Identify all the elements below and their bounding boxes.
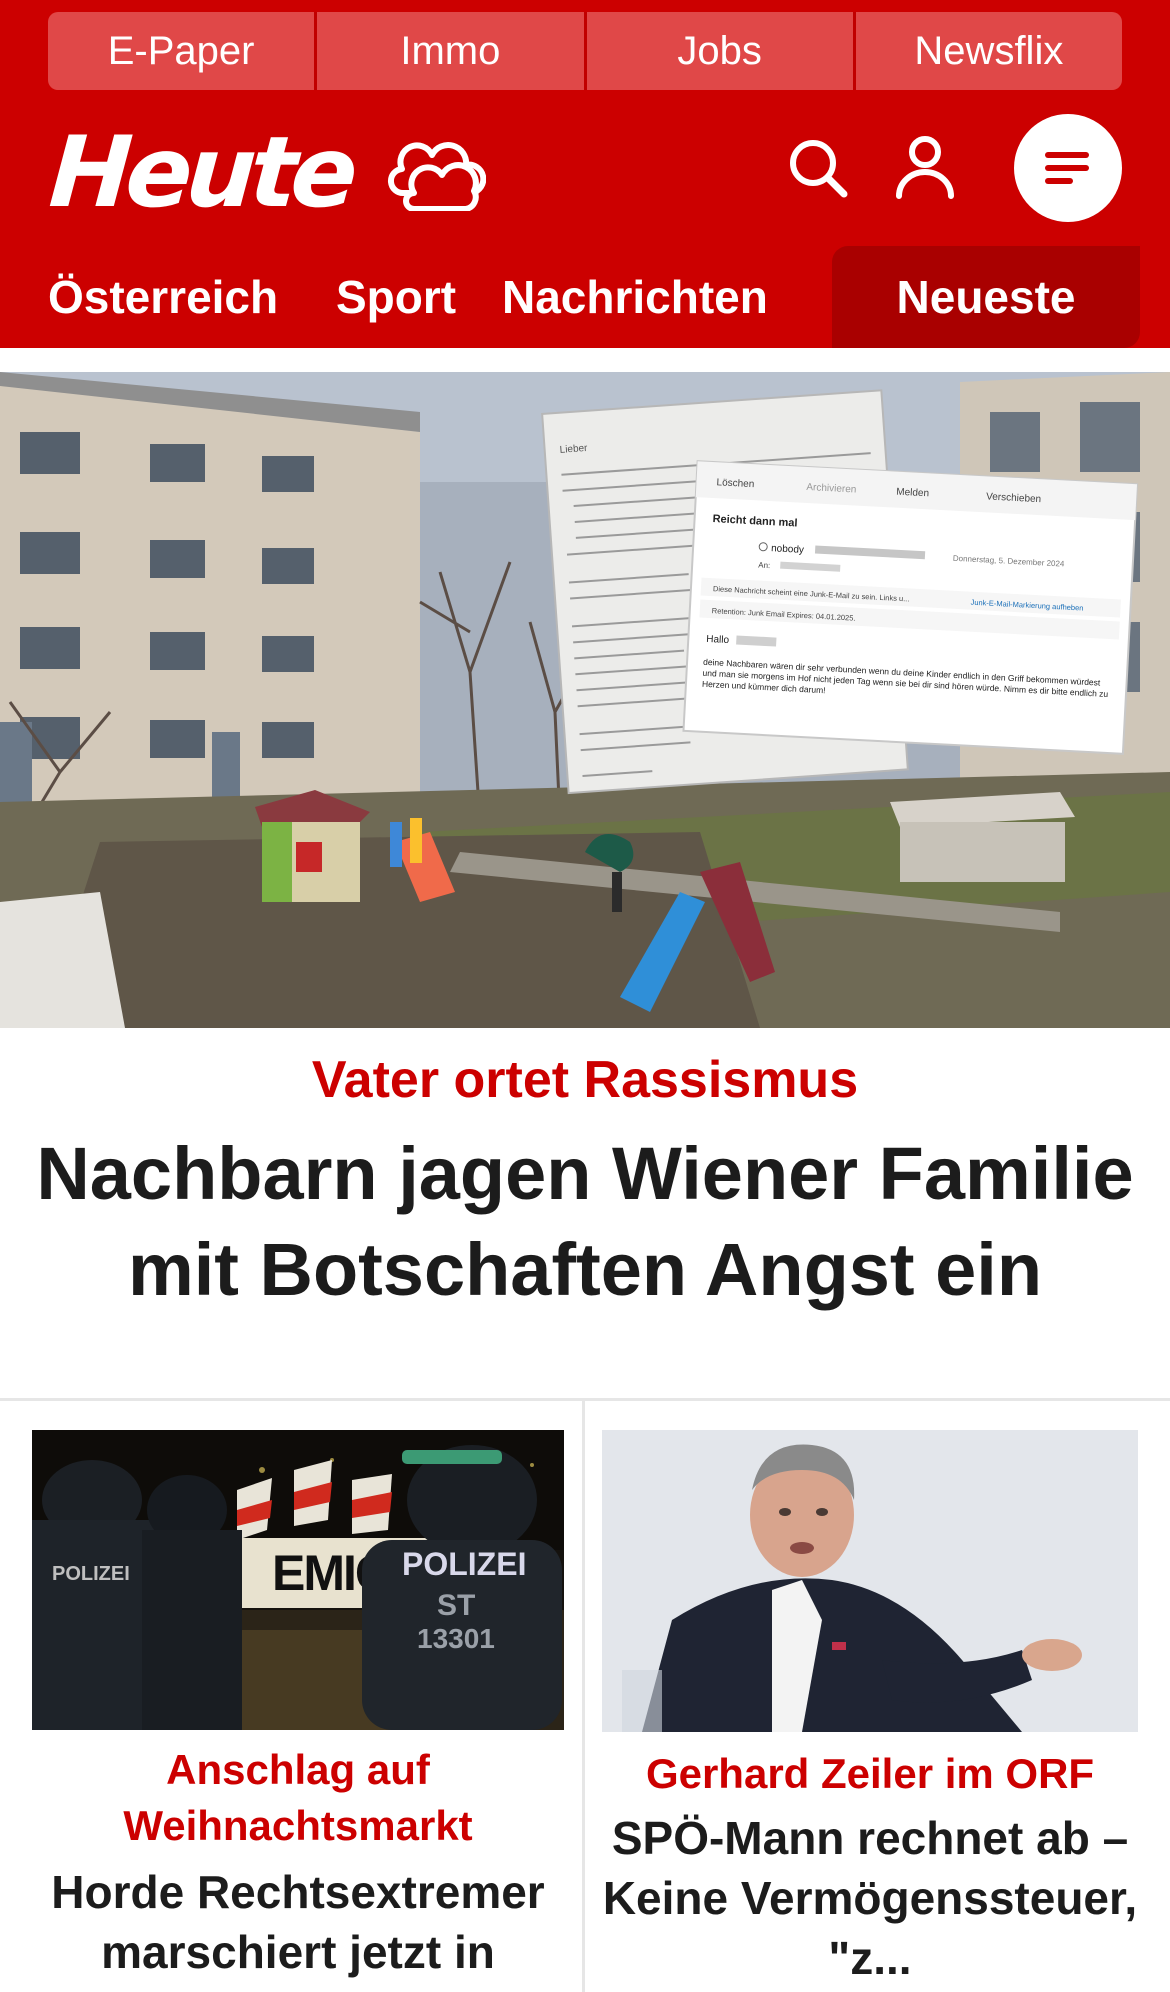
hero-image[interactable]: Lieber Löschen Archivieren Melden Versch…	[0, 372, 1170, 1028]
mail-greeting: Hallo	[706, 634, 730, 646]
menu-button[interactable]	[1014, 114, 1122, 222]
hero-title[interactable]: Nachbarn jagen Wiener Familie mit Botsch…	[30, 1126, 1140, 1318]
police-unit-text: ST	[437, 1589, 475, 1622]
menu-icon	[1045, 152, 1089, 184]
teaser-title[interactable]: SPÖ-Mann rechnet ab – Keine Vermögensste…	[600, 1808, 1140, 1988]
top-nav-jobs[interactable]: Jobs	[583, 12, 853, 90]
police-number-text: 13301	[417, 1623, 495, 1654]
letter-heading: Lieber	[559, 443, 588, 456]
top-nav: E-Paper Immo Jobs Newsflix	[48, 12, 1122, 90]
cloud-sun-icon[interactable]	[374, 135, 486, 211]
teaser-kicker[interactable]: Anschlag auf Weihnachtsmarkt	[32, 1742, 564, 1854]
mail-to-label: An:	[758, 561, 770, 571]
top-nav-newsflix[interactable]: Newsflix	[852, 12, 1122, 90]
user-icon[interactable]	[894, 134, 956, 200]
hero-photo: Lieber Löschen Archivieren Melden Versch…	[0, 372, 1170, 1028]
portrait-photo	[602, 1430, 1138, 1732]
section-nav-nachrichten[interactable]: Nachrichten	[502, 246, 768, 348]
police-photo: EMIGR POLIZEI POLIZEI ST 13301	[32, 1430, 564, 1730]
brand: Heute	[46, 116, 486, 230]
top-nav-immo[interactable]: Immo	[314, 12, 584, 90]
section-nav-sport[interactable]: Sport	[336, 246, 456, 348]
teaser-image-zeiler[interactable]	[602, 1430, 1138, 1732]
column-divider	[582, 1401, 585, 1992]
search-icon[interactable]	[786, 136, 850, 200]
mail-from: nobody	[771, 543, 804, 556]
site-logo[interactable]: Heute	[46, 116, 356, 230]
section-nav-neueste[interactable]: Neueste	[832, 246, 1140, 348]
police-back-text: POLIZEI	[402, 1546, 526, 1582]
teaser-title[interactable]: Horde Rechtsextremer marschiert jetzt in	[28, 1862, 568, 1982]
top-nav-epaper[interactable]: E-Paper	[48, 12, 315, 90]
section-divider	[0, 1398, 1170, 1401]
mail-toolbar-report: Melden	[896, 487, 929, 500]
hero-kicker[interactable]: Vater ortet Rassismus	[0, 1050, 1170, 1110]
police-back-text-left: POLIZEI	[52, 1563, 130, 1585]
section-nav-oesterreich[interactable]: Österreich	[48, 246, 278, 348]
mail-toolbar-delete: Löschen	[716, 477, 754, 490]
teaser-kicker[interactable]: Gerhard Zeiler im ORF	[600, 1746, 1140, 1802]
teaser-image-police[interactable]: EMIGR POLIZEI POLIZEI ST 13301	[32, 1430, 564, 1730]
